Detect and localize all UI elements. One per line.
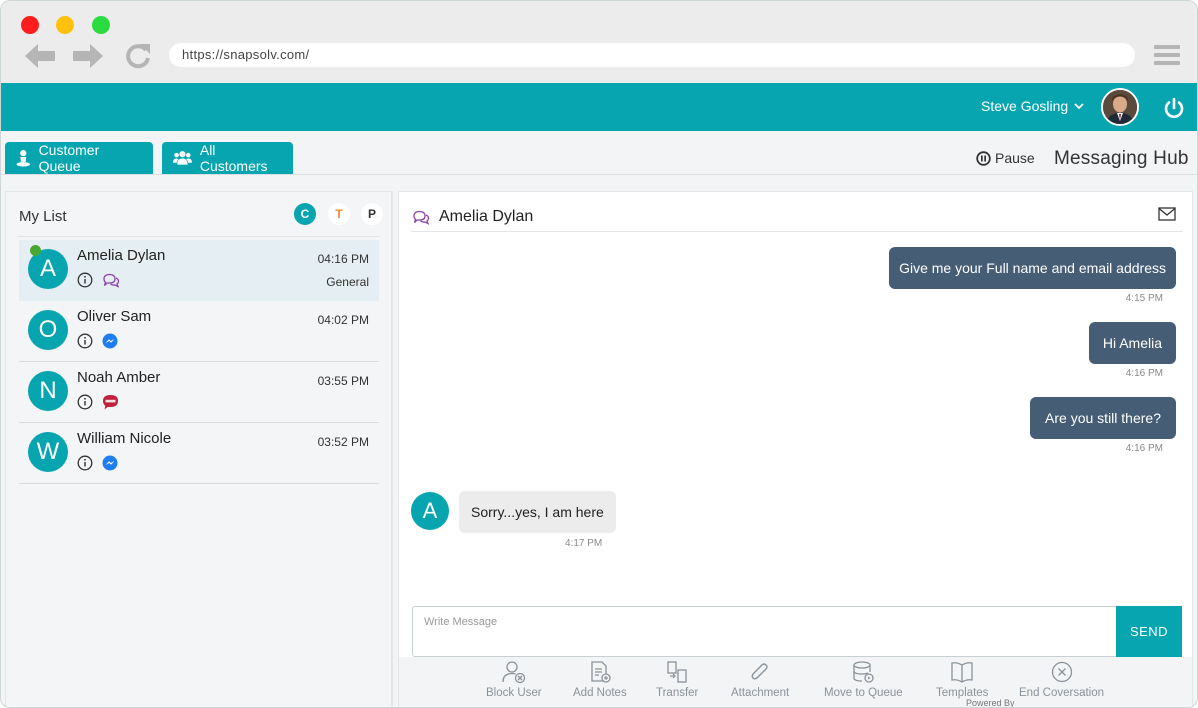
list-item[interactable]: O Oliver Sam 04:02 PM xyxy=(19,301,379,362)
my-list-title: My List xyxy=(19,208,67,225)
last-message-time: 03:52 PM xyxy=(317,435,369,449)
block-user-icon xyxy=(502,661,525,684)
tab-all-customers[interactable]: All Customers xyxy=(162,142,293,174)
pause-label: Pause xyxy=(995,150,1035,166)
action-bar: Block User Add Notes Transfer Attachment… xyxy=(399,657,1192,707)
message-bubble-outgoing: Give me your Full name and email address xyxy=(889,247,1176,289)
send-button[interactable]: SEND xyxy=(1116,606,1182,657)
info-icon[interactable] xyxy=(77,272,93,288)
paperclip-icon xyxy=(751,663,768,680)
sms-icon xyxy=(103,395,118,410)
avatar: W xyxy=(28,432,68,472)
chevron-down-icon xyxy=(1074,102,1084,109)
powered-by-text: Powered By xyxy=(966,698,1015,708)
tab-label: Customer Queue xyxy=(38,142,100,174)
close-window-button[interactable] xyxy=(21,16,39,34)
contact-name: William Nicole xyxy=(77,430,172,447)
hamburger-menu-icon[interactable] xyxy=(1154,45,1180,65)
last-message-time: 03:55 PM xyxy=(317,374,369,388)
end-conversation-button[interactable]: End Coversation xyxy=(1019,660,1104,699)
message-time: 4:16 PM xyxy=(1125,443,1163,454)
queue-tag: General xyxy=(326,275,369,289)
user-name: Steve Gosling xyxy=(981,98,1069,114)
messenger-icon xyxy=(102,455,118,471)
user-menu[interactable]: Steve Gosling xyxy=(981,98,1084,114)
pause-icon xyxy=(976,150,991,166)
filter-c-button[interactable]: C xyxy=(294,203,316,225)
last-message-time: 04:16 PM xyxy=(317,252,369,266)
close-circle-icon xyxy=(1051,661,1072,683)
forward-arrow-icon[interactable] xyxy=(71,42,105,70)
minimize-window-button[interactable] xyxy=(56,16,74,34)
queue-person-icon xyxy=(16,150,31,167)
attachment-button[interactable]: Attachment xyxy=(731,660,789,699)
database-queue-icon xyxy=(853,661,874,683)
maximize-window-button[interactable] xyxy=(92,16,110,34)
action-label: Block User xyxy=(486,687,542,699)
reload-icon[interactable] xyxy=(123,41,153,71)
info-icon[interactable] xyxy=(77,394,93,410)
messenger-icon xyxy=(102,333,118,349)
message-time: 4:16 PM xyxy=(1125,368,1163,379)
filter-p-button[interactable]: P xyxy=(361,203,383,225)
conversation-contact-name: Amelia Dylan xyxy=(439,208,534,225)
divider xyxy=(411,231,1183,232)
avatar: A xyxy=(411,492,449,530)
message-bubble-outgoing: Hi Amelia xyxy=(1088,322,1176,364)
list-item[interactable]: A Amelia Dylan 04:16 PM General xyxy=(19,240,379,301)
conversation-header: Amelia Dylan xyxy=(412,208,533,226)
email-icon[interactable] xyxy=(1158,207,1176,221)
last-message-time: 04:02 PM xyxy=(317,313,369,327)
pause-button[interactable]: Pause xyxy=(976,150,1035,166)
contact-name: Oliver Sam xyxy=(77,308,152,325)
conversation-panel: Amelia Dylan Give me your Full name and … xyxy=(398,191,1193,708)
divider xyxy=(18,236,380,237)
power-icon[interactable] xyxy=(1163,97,1185,119)
user-avatar[interactable] xyxy=(1101,88,1139,126)
user-photo-icon xyxy=(1103,90,1137,124)
transfer-button[interactable]: Transfer xyxy=(656,660,698,699)
move-to-queue-button[interactable]: Move to Queue xyxy=(824,660,903,699)
action-label: Move to Queue xyxy=(824,687,903,699)
contact-name: Noah Amber xyxy=(77,369,161,386)
page-title: Messaging Hub xyxy=(1054,148,1189,169)
chat-icon xyxy=(103,273,120,288)
book-icon xyxy=(951,662,973,683)
message-bubble-outgoing: Are you still there? xyxy=(1030,397,1176,439)
tab-customer-queue[interactable]: Customer Queue xyxy=(5,142,153,174)
app-header: Steve Gosling xyxy=(1,83,1197,131)
message-time: 4:17 PM xyxy=(565,538,603,549)
action-label: Add Notes xyxy=(573,687,627,699)
back-arrow-icon[interactable] xyxy=(23,42,57,70)
chat-icon xyxy=(413,210,430,225)
users-group-icon xyxy=(173,151,192,165)
info-icon[interactable] xyxy=(77,333,93,349)
address-bar[interactable]: https://snapsolv.com/ xyxy=(169,43,1135,67)
add-notes-button[interactable]: Add Notes xyxy=(573,660,627,699)
action-label: End Coversation xyxy=(1019,687,1105,699)
add-notes-icon xyxy=(591,661,611,683)
tab-label: All Customers xyxy=(199,142,268,174)
browser-chrome: https://snapsolv.com/ xyxy=(1,1,1197,83)
browser-window: https://snapsolv.com/ Steve Gosling Cust… xyxy=(0,0,1198,708)
block-user-button[interactable]: Block User xyxy=(486,660,542,699)
message-time: 4:15 PM xyxy=(1125,293,1163,304)
contact-name: Amelia Dylan xyxy=(77,247,166,264)
avatar: N xyxy=(28,371,68,411)
transfer-icon xyxy=(667,661,687,683)
avatar: O xyxy=(28,310,68,350)
list-item[interactable]: W William Nicole 03:52 PM xyxy=(19,423,379,484)
list-item[interactable]: N Noah Amber 03:55 PM xyxy=(19,362,379,423)
my-list-panel: My List C T P A Amelia Dylan 04:16 PM Ge… xyxy=(5,191,393,707)
online-status-dot xyxy=(30,245,41,256)
tabs-divider xyxy=(1,174,1197,175)
action-label: Attachment xyxy=(731,687,790,699)
message-bubble-incoming: Sorry...yes, I am here xyxy=(459,491,616,533)
info-icon[interactable] xyxy=(77,455,93,471)
templates-button[interactable]: Templates xyxy=(936,660,988,699)
filter-t-button[interactable]: T xyxy=(328,203,350,225)
action-label: Transfer xyxy=(656,687,699,699)
message-input[interactable]: Write Message xyxy=(412,606,1117,657)
